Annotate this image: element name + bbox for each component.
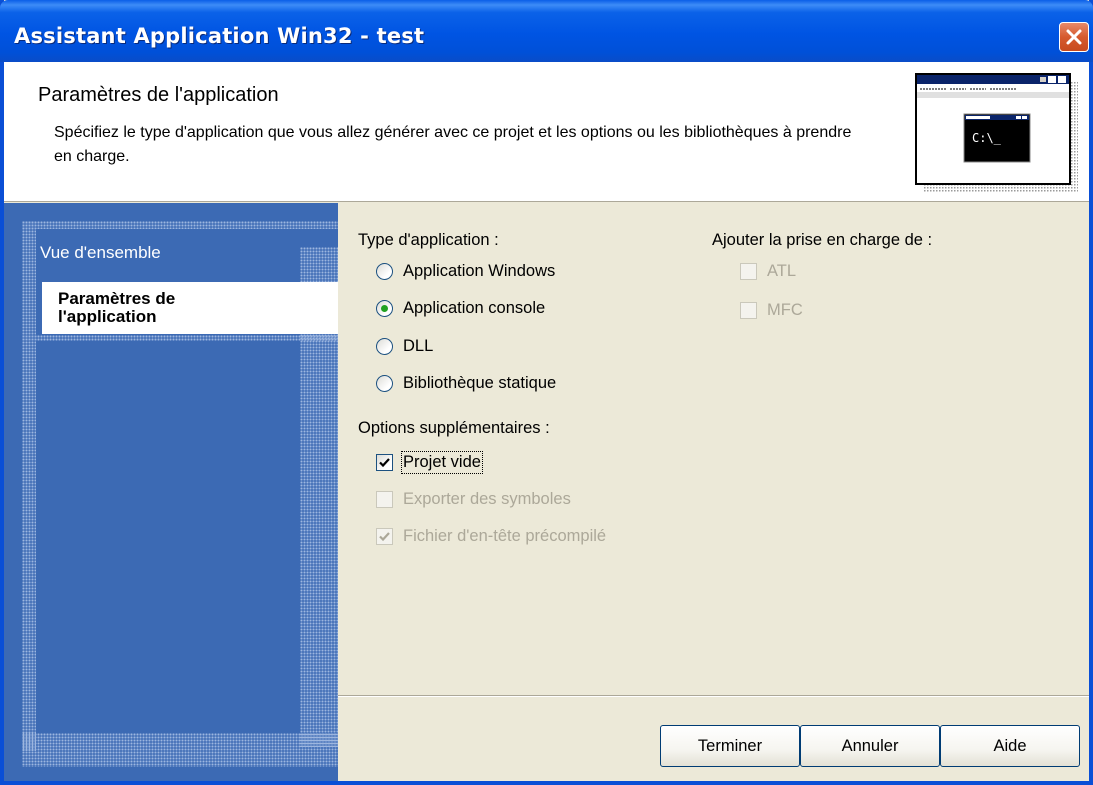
wizard-window: Assistant Application Win32 - test Param… (0, 0, 1093, 785)
checkbox[interactable] (376, 454, 393, 471)
title-bar[interactable]: Assistant Application Win32 - test (0, 0, 1093, 62)
extra-options-label: Options supplémentaires : (358, 419, 550, 437)
sidebar-decoration (22, 335, 338, 341)
console-app-illustration-icon: C:\_ (915, 73, 1078, 192)
wizard-header: Paramètres de l'application Spécifiez le… (4, 62, 1089, 202)
radio-button[interactable] (376, 375, 393, 392)
checkbox-label: ATL (767, 262, 797, 280)
checkbox-label: Exporter des symboles (403, 490, 571, 508)
sidebar-item-app-settings[interactable]: Paramètres de l'application (42, 282, 338, 334)
sidebar-item-label: Vue d'ensemble (40, 243, 161, 262)
radio-button[interactable] (376, 263, 393, 280)
sidebar-item-label: Paramètres de (58, 289, 176, 308)
checkbox-empty-project[interactable]: Projet vide (376, 451, 483, 474)
checkbox-precompiled-header[interactable]: Fichier d'en-tête précompilé (376, 527, 606, 546)
cancel-button[interactable]: Annuler (800, 725, 940, 767)
sidebar-decoration (22, 733, 338, 767)
sidebar-decoration (22, 221, 338, 229)
checkbox[interactable] (376, 528, 393, 545)
divider (338, 695, 1089, 697)
radio-label: Application console (403, 299, 546, 317)
checkbox-label: Projet vide (401, 451, 483, 474)
checkbox[interactable] (740, 302, 757, 319)
wizard-sidebar: Vue d'ensemble Paramètres de l'applicati… (4, 203, 338, 781)
radio-static-library[interactable]: Bibliothèque statique (376, 374, 556, 393)
close-button[interactable] (1059, 22, 1089, 52)
radio-label: Application Windows (403, 262, 556, 280)
page-title: Paramètres de l'application (38, 84, 279, 106)
radio-label: Bibliothèque statique (403, 374, 557, 392)
page-description: Spécifiez le type d'application que vous… (54, 124, 852, 165)
checkbox[interactable] (376, 491, 393, 508)
checkbox-mfc[interactable]: MFC (740, 301, 803, 320)
radio-button[interactable] (376, 300, 393, 317)
sidebar-decoration (22, 221, 36, 751)
checkmark-icon (379, 532, 390, 542)
checkmark-icon (379, 458, 390, 468)
radio-application-windows[interactable]: Application Windows (376, 262, 555, 281)
console-prompt-text: C:\_ (972, 131, 1002, 145)
close-icon (1066, 29, 1082, 45)
checkbox-label: Fichier d'en-tête précompilé (403, 527, 607, 545)
help-button[interactable]: Aide (940, 725, 1080, 767)
radio-dll[interactable]: DLL (376, 337, 433, 356)
wizard-main: Type d'application : Application Windows… (338, 203, 1089, 781)
radio-button[interactable] (376, 338, 393, 355)
finish-button[interactable]: Terminer (660, 725, 800, 767)
app-type-label: Type d'application : (358, 231, 499, 249)
sidebar-item-overview[interactable]: Vue d'ensemble (40, 243, 300, 263)
checkbox-label: MFC (767, 301, 803, 319)
support-label: Ajouter la prise en charge de : (712, 231, 933, 249)
radio-label: DLL (403, 337, 434, 355)
sidebar-item-label: l'application (58, 307, 157, 326)
checkbox[interactable] (740, 263, 757, 280)
checkbox-export-symbols[interactable]: Exporter des symboles (376, 490, 571, 509)
radio-application-console[interactable]: Application console (376, 299, 545, 318)
checkbox-atl[interactable]: ATL (740, 262, 796, 281)
window-title: Assistant Application Win32 - test (14, 24, 425, 48)
